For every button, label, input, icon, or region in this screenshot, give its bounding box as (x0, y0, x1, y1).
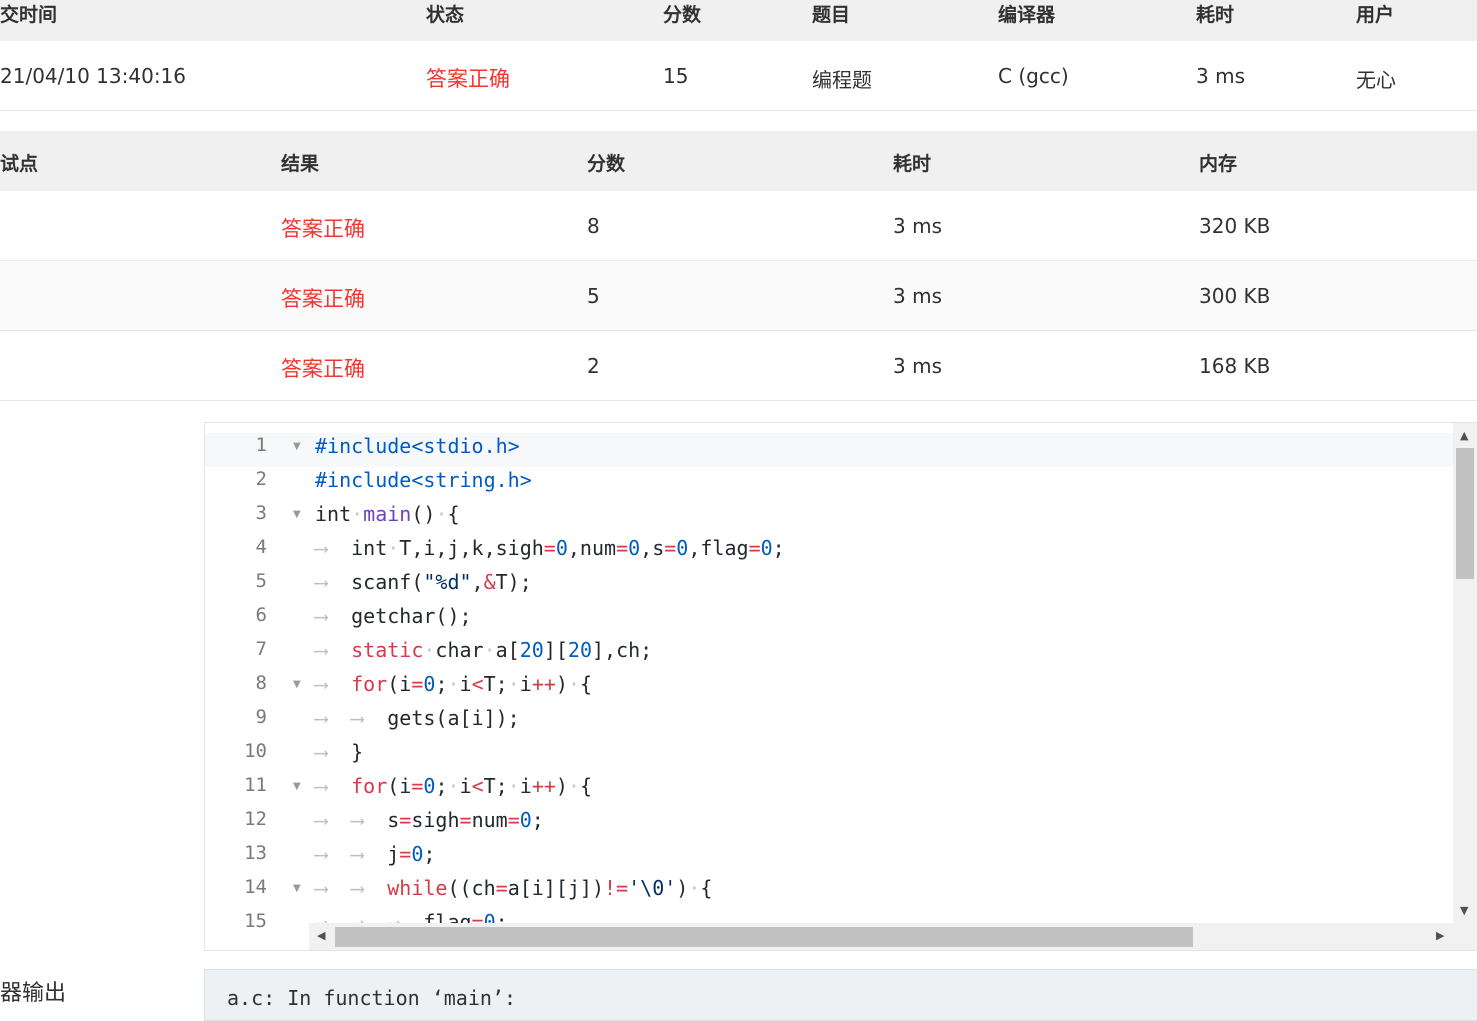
header-user: 用户 (1356, 4, 1395, 26)
testpoint-score: 2 (587, 354, 600, 378)
submission-problem[interactable]: 编程题 (812, 64, 872, 93)
testpoint-result: 答案正确 (281, 357, 365, 381)
header-testpoint: 试点 (0, 153, 39, 175)
line-number: 14 (244, 876, 267, 898)
code-line[interactable]: ⟶ ⟶ j=0; (315, 842, 435, 866)
code-line[interactable]: ⟶ ⟶ s=sigh=num=0; (315, 808, 544, 832)
code-line[interactable]: #include<string.h> (315, 468, 532, 492)
line-number: 13 (244, 842, 267, 864)
code-line[interactable]: int·main()·{ (315, 502, 460, 526)
scroll-right-arrow-icon[interactable]: ▶ (1436, 929, 1444, 942)
testpoint-memory: 320 KB (1199, 214, 1271, 238)
header-problem: 题目 (812, 4, 851, 26)
header-result: 结果 (281, 153, 320, 175)
line-number: 1 (255, 434, 267, 456)
fold-arrow-icon[interactable]: ▼ (293, 509, 301, 520)
testpoint-memory: 168 KB (1199, 354, 1271, 378)
code-line[interactable]: ⟶ } (315, 740, 363, 764)
code-line[interactable]: ⟶ getchar(); (315, 604, 472, 628)
line-number: 15 (244, 910, 267, 932)
line-number: 3 (255, 502, 267, 524)
code-line[interactable]: ⟶ for(i=0;·i<T;·i++)·{ (315, 672, 592, 696)
vertical-scrollbar[interactable]: ▲ ▼ (1453, 423, 1477, 950)
header-tp-memory: 内存 (1199, 153, 1238, 175)
fold-arrow-icon[interactable]: ▼ (293, 679, 301, 690)
submission-time: 21/04/10 13:40:16 (0, 64, 187, 88)
line-number: 7 (255, 638, 267, 660)
line-number: 5 (255, 570, 267, 592)
table-row: 答案正确 2 3 ms 168 KB (0, 331, 1477, 401)
header-tp-score: 分数 (587, 153, 626, 175)
testpoint-result: 答案正确 (281, 217, 365, 241)
line-number: 12 (244, 808, 267, 830)
testpoint-result: 答案正确 (281, 287, 365, 311)
line-number: 8 (255, 672, 267, 694)
scroll-up-arrow-icon[interactable]: ▲ (1460, 429, 1468, 442)
code-line[interactable]: ⟶ ⟶ gets(a[i]); (315, 706, 520, 730)
testpoint-score: 5 (587, 284, 600, 308)
header-score: 分数 (663, 4, 702, 26)
compiler-output-text: a.c: In function ‘main’: (227, 986, 516, 1010)
header-elapsed: 耗时 (1196, 4, 1235, 26)
line-number: 4 (255, 536, 267, 558)
compiler-output-box: a.c: In function ‘main’: (204, 969, 1477, 1021)
code-line[interactable]: #include<stdio.h> (315, 434, 520, 458)
header-tp-time: 耗时 (893, 153, 932, 175)
submission-header-row: 交时间 状态 分数 题目 编译器 耗时 用户 (0, 0, 1477, 41)
fold-arrow-icon[interactable]: ▼ (293, 883, 301, 894)
code-line[interactable]: ⟶ scanf("%d",&T); (315, 570, 532, 594)
code-line[interactable]: ⟶ static·char·a[20][20],ch; (315, 638, 652, 662)
code-editor[interactable]: 1 2 3 4 5 6 7 8 9 10 11 12 13 14 15 ▼ ▼ ▼ ▼ ▼ #include… (204, 422, 1477, 951)
header-status: 状态 (426, 4, 465, 26)
line-number: 9 (255, 706, 267, 728)
scroll-down-arrow-icon[interactable]: ▼ (1460, 904, 1468, 917)
line-number: 10 (244, 740, 267, 762)
fold-arrow-icon[interactable]: ▼ (293, 781, 301, 792)
compiler-output-label: 器输出 (0, 981, 67, 1006)
header-compiler: 编译器 (998, 4, 1056, 26)
line-number: 11 (244, 774, 267, 796)
submission-compiler: C (gcc) (998, 64, 1069, 88)
testpoint-score: 8 (587, 214, 600, 238)
horizontal-scrollbar[interactable]: ◀ ▶ (309, 923, 1453, 950)
testpoint-time: 3 ms (893, 284, 942, 308)
line-number: 2 (255, 468, 267, 490)
code-line[interactable]: ⟶ ⟶ while((ch=a[i][j])!='\0')·{ (315, 876, 712, 900)
submission-user[interactable]: 无心 (1356, 64, 1396, 93)
testpoint-memory: 300 KB (1199, 284, 1271, 308)
table-row: 答案正确 5 3 ms 300 KB (0, 261, 1477, 331)
header-submit-time: 交时间 (0, 4, 58, 26)
submission-elapsed: 3 ms (1196, 64, 1245, 88)
scroll-left-arrow-icon[interactable]: ◀ (317, 929, 325, 942)
code-line[interactable]: ⟶ for(i=0;·i<T;·i++)·{ (315, 774, 592, 798)
submission-score: 15 (663, 64, 689, 88)
line-number: 6 (255, 604, 267, 626)
testpoint-time: 3 ms (893, 214, 942, 238)
fold-arrow-icon[interactable]: ▼ (293, 441, 301, 452)
vertical-scroll-thumb[interactable] (1456, 448, 1474, 579)
testpoint-header-row: 试点 结果 分数 耗时 内存 (0, 131, 1477, 191)
testpoint-time: 3 ms (893, 354, 942, 378)
horizontal-scroll-thumb[interactable] (335, 927, 1193, 947)
submission-row: 21/04/10 13:40:16 答案正确 15 编程题 C (gcc) 3 … (0, 41, 1477, 111)
table-row: 答案正确 8 3 ms 320 KB (0, 191, 1477, 261)
submission-status[interactable]: 答案正确 (426, 63, 510, 93)
code-line[interactable]: ⟶ int·T,i,j,k,sigh=0,num=0,s=0,flag=0; (315, 536, 785, 560)
